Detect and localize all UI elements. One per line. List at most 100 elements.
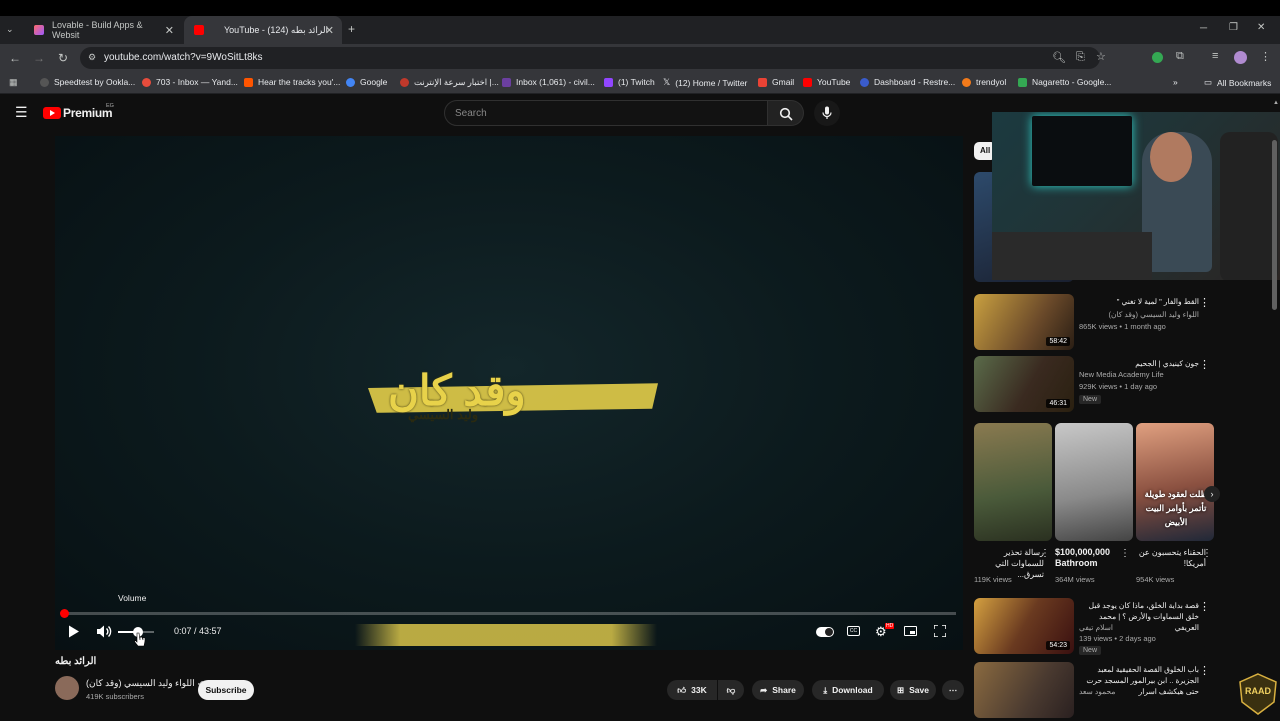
save-button[interactable]: ⊞ Save: [890, 680, 936, 700]
bookmark-item[interactable]: Gmail: [758, 77, 794, 87]
extensions-puzzle-icon[interactable]: ⧉: [1176, 50, 1184, 63]
youtube-logo-icon[interactable]: [43, 107, 61, 119]
shorts-next-chevron-icon[interactable]: ›: [1204, 486, 1220, 502]
share-button[interactable]: ➦ Share: [752, 680, 804, 700]
bookmark-item[interactable]: Hear the tracks you'...: [244, 77, 340, 87]
bookmark-label: Inbox (1,061) - civil...: [516, 77, 595, 87]
profile-avatar[interactable]: [1234, 51, 1247, 64]
recommendation-item[interactable]: 46:31 جون كينيدي | الجحيم New Media Acad…: [974, 356, 1214, 414]
recommendation-item[interactable]: 58:42 القط والفار " لمية لا تغني " اللوا…: [974, 294, 1214, 352]
download-button[interactable]: ⤓ Download: [812, 680, 884, 700]
close-tab-icon[interactable]: ✕: [325, 24, 334, 37]
channel-name[interactable]: اللواء وليد السيسي (وقد كان) ✔: [86, 678, 204, 689]
recommendation-channel[interactable]: New Media Academy Life: [1079, 370, 1164, 379]
search-button[interactable]: [768, 100, 804, 126]
bookmark-item[interactable]: YouTube: [803, 77, 850, 87]
video-title: الرائد بطه: [55, 656, 97, 667]
dislike-button[interactable]: 👎︎: [718, 680, 744, 700]
miniplayer-icon[interactable]: [904, 626, 917, 636]
voice-search-button[interactable]: [814, 100, 840, 126]
raad-watermark-logo: RAAD: [1236, 672, 1280, 716]
hamburger-menu-icon[interactable]: ☰: [15, 104, 28, 121]
recommendation-channel[interactable]: اللواء وليد السيسي (وقد كان): [1079, 310, 1199, 319]
bookmark-item[interactable]: Nagaretto - Google...: [1018, 77, 1111, 87]
zoom-icon[interactable]: 🔍︎: [1052, 51, 1066, 64]
bookmark-item[interactable]: 𝕏 (12) Home / Twitter: [663, 77, 747, 88]
recommendation-item[interactable]: باب الخلوق القصة الحقيقية لمعبد الجزيرة …: [974, 662, 1214, 720]
subscriber-count: 419K subscribers: [86, 692, 144, 701]
new-tab-button[interactable]: +: [348, 22, 355, 36]
bookmark-item[interactable]: trendyol: [962, 77, 1006, 87]
bookmark-item[interactable]: (1) Twitch: [604, 77, 655, 87]
volume-icon[interactable]: [97, 625, 113, 638]
lovable-favicon-icon: [34, 25, 44, 35]
short-thumbnail[interactable]: ظلت لعقود طويلة تأتمر بأوامر البيت الأبي…: [1136, 423, 1214, 541]
extension-icon[interactable]: [1152, 52, 1163, 63]
forward-icon[interactable]: →: [32, 51, 46, 65]
more-vert-icon[interactable]: ⋮: [1199, 296, 1210, 309]
address-bar[interactable]: ⚙ youtube.com/watch?v=9WoSitLt8ks ⎘ 🔍︎ ☆: [80, 47, 1106, 69]
recommendation-thumbnail[interactable]: [974, 662, 1074, 718]
bookmark-item[interactable]: Google: [346, 77, 387, 87]
install-app-icon[interactable]: ⎘: [1076, 51, 1085, 64]
fullscreen-icon[interactable]: [934, 625, 946, 637]
svg-text:RAAD: RAAD: [1245, 686, 1271, 696]
recommendation-item[interactable]: 54:23 قصة بداية الخلق، ماذا كان يوجد قبل…: [974, 598, 1214, 656]
recommendation-channel[interactable]: محمود سعد: [1079, 687, 1115, 696]
recommendation-title[interactable]: جون كينيدي | الجحيم: [1079, 358, 1199, 369]
restore-icon[interactable]: ❐: [1229, 22, 1238, 33]
bookmark-item[interactable]: 703 - Inbox — Yand...: [142, 77, 238, 87]
site-info-icon[interactable]: ⚙: [88, 52, 96, 63]
reload-icon[interactable]: ↻: [56, 51, 70, 65]
more-bookmarks-button[interactable]: »: [1173, 77, 1178, 87]
more-vert-icon[interactable]: ⋮: [1120, 548, 1130, 559]
apps-grid-icon[interactable]: ▦: [9, 77, 18, 88]
bookmark-item[interactable]: Inbox (1,061) - civil...: [502, 77, 595, 87]
media-control-icon[interactable]: ≡: [1212, 50, 1218, 62]
video-title-artwork: وقد كان وليد السيسي: [348, 362, 672, 434]
premium-logo-text[interactable]: Premium: [63, 106, 113, 120]
bookmark-item[interactable]: اختبار سرعة الإنترنت |...: [400, 77, 499, 88]
short-thumbnail[interactable]: [974, 423, 1052, 541]
bookmark-label: Hear the tracks you'...: [258, 77, 341, 87]
back-icon[interactable]: ←: [8, 51, 22, 65]
tab-youtube[interactable]: YouTube - الرائد بطه (124) ✕: [184, 16, 342, 44]
subscribe-button[interactable]: Subscribe: [198, 680, 254, 700]
page-scrollbar[interactable]: ▲: [1272, 100, 1279, 340]
bookmark-item[interactable]: Dashboard - Restre...: [860, 77, 955, 87]
more-actions-button[interactable]: ⋯: [942, 680, 964, 700]
autoplay-toggle[interactable]: [816, 627, 834, 637]
short-title[interactable]: الحقناء يتحسبون عن أمريكا!: [1136, 547, 1206, 569]
progress-bar[interactable]: [60, 609, 956, 618]
bookmark-label: 703 - Inbox — Yand...: [156, 77, 238, 87]
recommendation-channel[interactable]: اسلام تيفي: [1079, 623, 1199, 632]
short-thumbnail[interactable]: [1055, 423, 1133, 541]
window-close-icon[interactable]: ✕: [1257, 22, 1265, 33]
browser-menu-icon[interactable]: ⋮: [1260, 50, 1271, 63]
minimize-icon[interactable]: ─: [1200, 23, 1207, 34]
duration-badge: 46:31: [1046, 399, 1070, 408]
url-text: youtube.com/watch?v=9WoSitLt8ks: [104, 52, 263, 63]
all-bookmarks-folder[interactable]: ▭ All Bookmarks: [1204, 77, 1271, 88]
captions-icon[interactable]: CC: [847, 626, 860, 636]
close-tab-icon[interactable]: ✕: [165, 24, 174, 37]
webcam-overlay: [992, 112, 1280, 280]
search-input[interactable]: Search: [444, 100, 768, 126]
restream-icon: [860, 77, 869, 87]
short-title[interactable]: $100,000,000 Bathroom: [1055, 547, 1125, 569]
more-vert-icon[interactable]: ⋮: [1199, 664, 1210, 677]
more-vert-icon[interactable]: ⋮: [1199, 600, 1210, 613]
recommendation-title[interactable]: القط والفار " لمية لا تغني ": [1079, 296, 1199, 307]
more-vert-icon[interactable]: ⋮: [1202, 548, 1212, 559]
channel-avatar[interactable]: [55, 676, 79, 700]
more-vert-icon[interactable]: ⋮: [1199, 358, 1210, 371]
tab-search-icon[interactable]: ⌄: [6, 24, 14, 35]
tab-lovable[interactable]: Lovable - Build Apps & Websit ✕: [24, 16, 182, 44]
play-icon[interactable]: [68, 625, 80, 638]
like-button[interactable]: 👍︎ 33K: [667, 680, 717, 700]
thumbs-down-icon: 👎︎: [726, 684, 736, 695]
bookmark-star-icon[interactable]: ☆: [1096, 50, 1106, 63]
recommendation-meta: 865K views • 1 month ago: [1079, 322, 1166, 331]
bookmark-item[interactable]: Speedtest by Ookla...: [40, 77, 135, 87]
more-vert-icon[interactable]: ⋮: [1040, 548, 1050, 559]
